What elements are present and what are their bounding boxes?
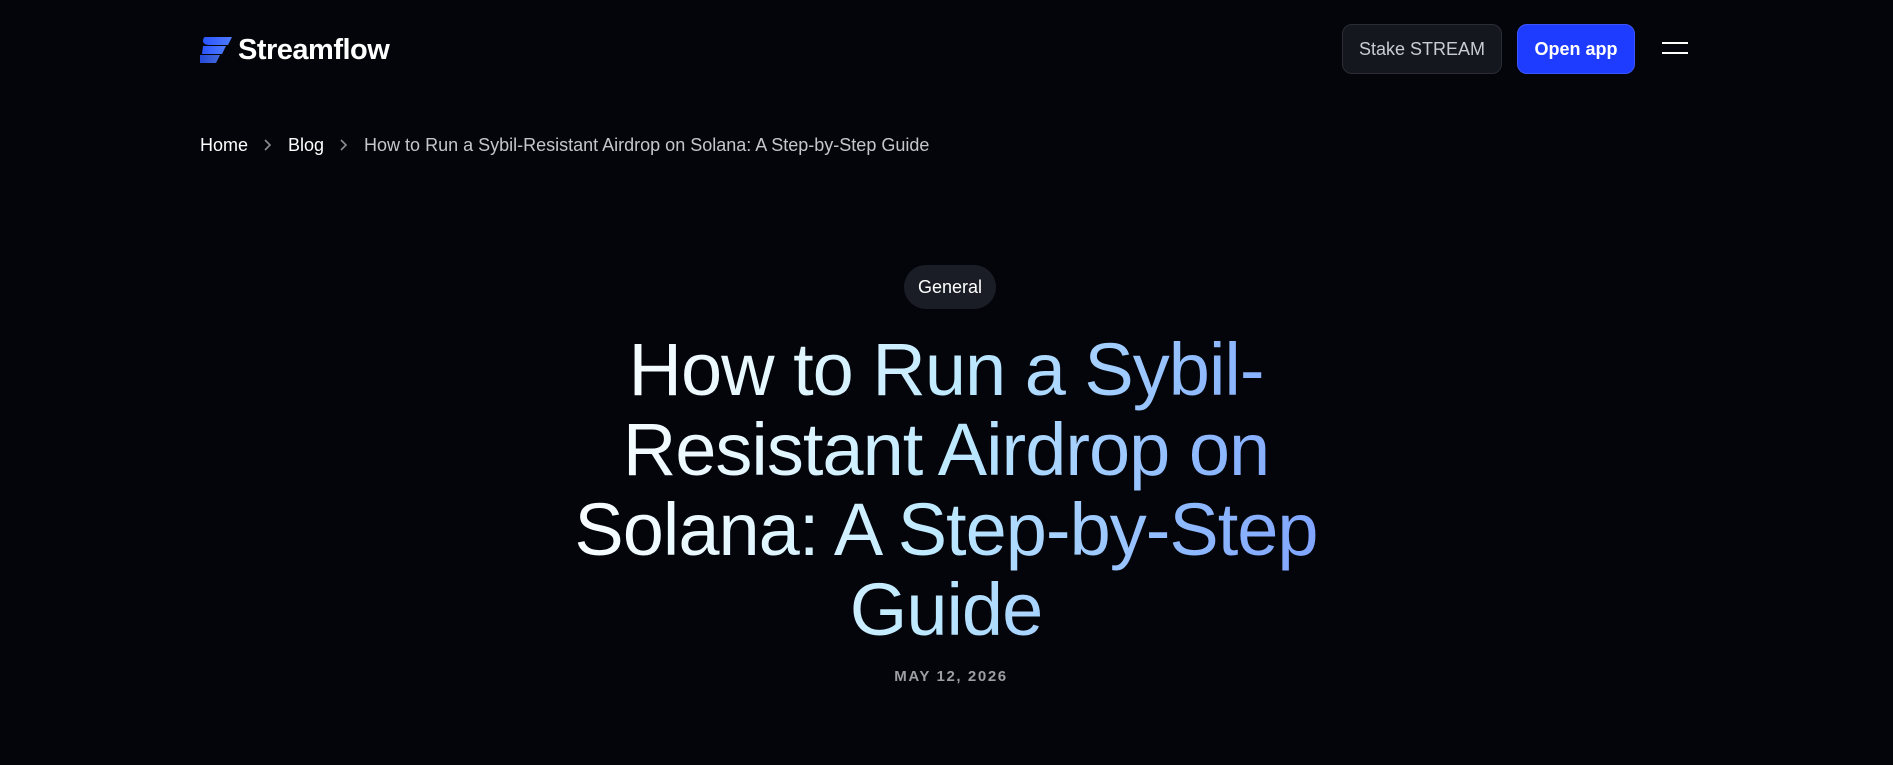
logo-text: Streamflow [238, 33, 390, 66]
article-title: How to Run a Sybil-Resistant Airdrop on … [546, 330, 1346, 650]
article-date: MAY 12, 2026 [894, 668, 1008, 685]
streamflow-logo-icon [200, 37, 232, 63]
chevron-right-icon [324, 132, 364, 158]
site-header: Streamflow Stake STREAM Open app [0, 0, 1893, 100]
breadcrumb-current-page: How to Run a Sybil-Resistant Airdrop on … [364, 134, 930, 155]
chevron-right-icon [248, 132, 288, 158]
menu-line-top [1662, 42, 1688, 44]
breadcrumb-home-link[interactable]: Home [200, 135, 248, 156]
open-app-button[interactable]: Open app [1517, 24, 1635, 74]
category-badge[interactable]: General [904, 265, 996, 309]
hamburger-menu-icon[interactable] [1660, 36, 1690, 62]
blog-article-page: Streamflow Stake STREAM Open app Home Bl… [0, 0, 1893, 765]
breadcrumb-blog-link[interactable]: Blog [288, 135, 324, 156]
breadcrumb: Home Blog How to Run a Sybil-Resistant A… [200, 132, 929, 158]
streamflow-logo[interactable]: Streamflow [200, 30, 390, 70]
stake-stream-button[interactable]: Stake STREAM [1342, 24, 1502, 74]
menu-line-bottom [1662, 52, 1688, 54]
